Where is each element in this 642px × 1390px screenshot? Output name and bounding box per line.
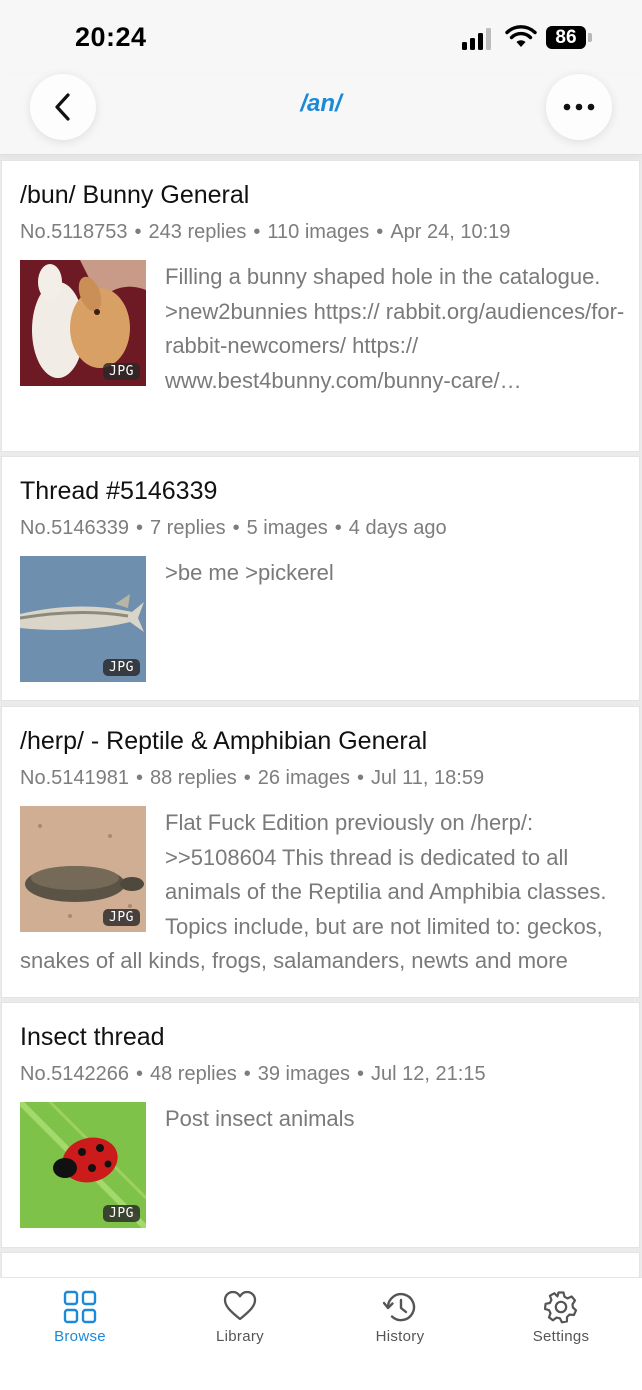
thread-title: Insect thread — [20, 1023, 165, 1051]
thread-card[interactable]: Thread #5146339 No.5146339 • 7 replies • 5 i… — [1, 456, 640, 701]
image-count: 39 images — [257, 1063, 351, 1085]
thread-title: /herp/ - Reptile & Amphibian General — [20, 727, 428, 755]
image-count: 110 images — [267, 221, 370, 243]
thread-date: Jul 12, 21:15 — [371, 1063, 486, 1085]
reply-count: 88 replies — [150, 767, 237, 789]
thread-date: Apr 24, 10:19 — [390, 221, 511, 243]
more-horizontal-icon — [563, 103, 595, 111]
battery-cap — [588, 33, 592, 42]
tab-label: Settings — [532, 1328, 590, 1345]
tab-label: Browse — [54, 1328, 106, 1345]
cellular-signal-icon — [462, 28, 494, 50]
battery-indicator: 86 — [546, 26, 586, 49]
grid-icon — [63, 1290, 97, 1324]
thread-meta: No.5146339 • 7 replies • 5 images • 4 days ago — [20, 517, 447, 539]
tab-label: Library — [216, 1328, 264, 1345]
more-options-button[interactable] — [546, 74, 612, 140]
heart-icon — [223, 1290, 257, 1321]
thread-number: No.5142266 — [20, 1063, 129, 1085]
tab-browse[interactable]: Browse — [0, 1278, 160, 1358]
thread-date: Jul 11, 18:59 — [371, 767, 485, 789]
tab-history[interactable]: History — [320, 1278, 480, 1358]
status-bar: 20:24 86 — [0, 0, 642, 74]
thread-number: No.5146339 — [20, 517, 129, 539]
thread-excerpt: Filling a bunny shaped hole in the catal… — [165, 264, 625, 393]
thread-title: /bun/ Bunny General — [20, 181, 250, 209]
image-count: 26 images — [257, 767, 351, 789]
thread-excerpt: Post insect animals — [165, 1106, 355, 1131]
thread-number: No.5118753 — [20, 221, 128, 243]
thread-card[interactable]: /herp/ - Reptile & Amphibian General No.… — [1, 706, 640, 998]
thread-title: Thread #5146339 — [20, 477, 218, 505]
reply-count: 7 replies — [150, 517, 226, 539]
reply-count: 243 replies — [148, 221, 247, 243]
gear-icon — [544, 1291, 578, 1324]
thread-meta: No.5118753 • 243 replies • 110 images • Apr 24… — [20, 221, 511, 243]
wifi-icon — [505, 25, 537, 47]
thread-excerpt: Flat Fuck Edition previously on /herp/: … — [20, 810, 607, 973]
image-count: 5 images — [246, 517, 328, 539]
tab-settings[interactable]: Settings — [481, 1278, 641, 1358]
tab-label: History — [375, 1328, 425, 1345]
status-time: 20:24 — [75, 22, 147, 52]
history-icon — [382, 1292, 416, 1322]
thread-excerpt: >be me >pickerel — [165, 560, 334, 585]
bottom-tab-bar: Browse Library History Settings — [0, 1277, 642, 1390]
thread-card[interactable]: /bun/ Bunny General No.5118753 • 243 repli… — [1, 160, 640, 452]
thread-meta: No.5141981 • 88 replies • 26 images • Jul 11, … — [20, 767, 485, 789]
thread-number: No.5141981 — [20, 767, 129, 789]
thread-meta: No.5142266 • 48 replies • 39 images • Jul 12, … — [20, 1063, 486, 1085]
thread-card[interactable]: Insect thread No.5142266 • 48 replies • 39 i… — [1, 1002, 640, 1248]
tab-library[interactable]: Library — [160, 1278, 320, 1358]
thread-date: 4 days ago — [348, 517, 447, 539]
nav-header: /an/ — [0, 74, 642, 155]
reply-count: 48 replies — [150, 1063, 237, 1085]
